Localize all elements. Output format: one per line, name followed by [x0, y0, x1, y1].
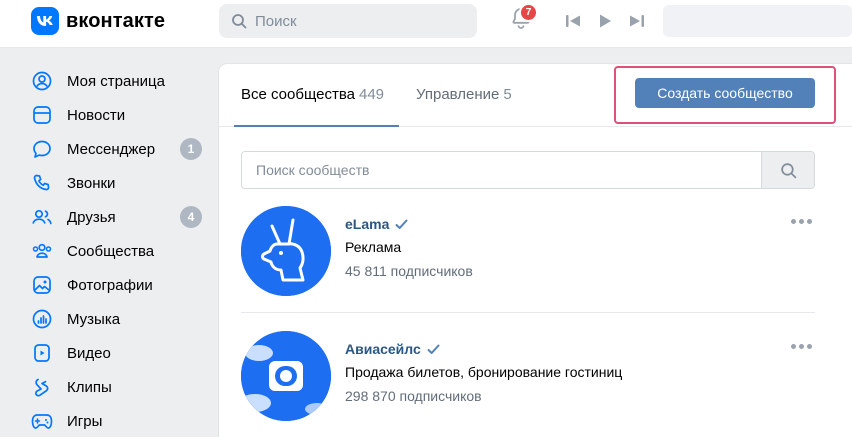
- sidebar-item-music[interactable]: Музыка: [31, 302, 211, 336]
- sidebar-item-video[interactable]: Видео: [31, 336, 211, 370]
- list-item: eLama Реклама 45 811 подписчиков: [241, 206, 815, 306]
- list-divider: [241, 312, 815, 313]
- list-item: Авиасейлс Продажа билетов, бронирование …: [241, 331, 815, 431]
- elama-avatar[interactable]: [241, 206, 331, 296]
- sidebar-item-label: Клипы: [67, 378, 112, 396]
- more-options-icon[interactable]: [789, 339, 813, 353]
- message-icon: [31, 138, 53, 160]
- sidebar-item-my-page[interactable]: Моя страница: [31, 64, 211, 98]
- clips-icon: [31, 376, 53, 398]
- sidebar-item-friends[interactable]: Друзья 4: [31, 200, 211, 234]
- user-menu-area[interactable]: [663, 5, 852, 37]
- news-icon: [31, 104, 53, 126]
- previous-track-icon[interactable]: [564, 12, 582, 30]
- sidebar-item-news[interactable]: Новости: [31, 98, 211, 132]
- communities-icon: [31, 240, 53, 262]
- global-search-input[interactable]: [255, 12, 455, 30]
- sidebar-item-label: Видео: [67, 344, 111, 362]
- user-circle-icon: [31, 70, 53, 92]
- sidebar-item-calls[interactable]: Звонки: [31, 166, 211, 200]
- music-icon: [31, 308, 53, 330]
- audio-player-controls: [564, 12, 646, 30]
- verified-check-icon: [427, 344, 440, 355]
- aviasales-logo-icon: [241, 331, 331, 421]
- phone-icon: [31, 172, 53, 194]
- top-header: вконтакте 7: [0, 0, 852, 48]
- group-name: eLama: [345, 216, 390, 232]
- tab-count: 5: [503, 86, 512, 103]
- group-description: Продажа билетов, бронирование гостиниц: [345, 364, 623, 380]
- friends-count-badge: 4: [180, 206, 202, 228]
- active-tab-indicator: [234, 125, 399, 127]
- search-icon: [780, 162, 797, 179]
- sidebar-item-label: Фотографии: [67, 276, 153, 294]
- aviasales-avatar[interactable]: [241, 331, 331, 421]
- sidebar-item-label: Моя страница: [67, 72, 165, 90]
- sidebar-item-photos[interactable]: Фотографии: [31, 268, 211, 302]
- tab-label: Управление: [416, 86, 500, 103]
- verified-check-icon: [395, 219, 408, 230]
- sidebar-item-clips[interactable]: Клипы: [31, 370, 211, 404]
- tab-count: 449: [359, 86, 385, 103]
- group-name-link[interactable]: eLama: [345, 216, 408, 232]
- communities-panel: Все сообщества 449 Управление 5 Создать со…: [219, 64, 852, 437]
- communities-search-input[interactable]: [242, 152, 761, 188]
- vk-logo-icon: [31, 7, 59, 35]
- communities-search-button[interactable]: [761, 152, 814, 188]
- sidebar-item-label: Музыка: [67, 310, 121, 328]
- video-icon: [31, 342, 53, 364]
- group-subscribers: 45 811 подписчиков: [345, 263, 473, 279]
- tab-label: Все сообщества: [241, 86, 355, 103]
- left-sidebar: Моя страница Новости Мессенджер 1 Звонки…: [31, 64, 211, 437]
- photo-icon: [31, 274, 53, 296]
- group-subscribers: 298 870 подписчиков: [345, 388, 482, 404]
- sidebar-item-communities[interactable]: Сообщества: [31, 234, 211, 268]
- sidebar-item-messenger[interactable]: Мессенджер 1: [31, 132, 211, 166]
- sidebar-item-label: Звонки: [67, 174, 116, 192]
- sidebar-item-label: Игры: [67, 412, 103, 430]
- communities-search: [241, 151, 815, 189]
- sidebar-item-games[interactable]: Игры: [31, 404, 211, 437]
- sidebar-item-label: Сообщества: [67, 242, 155, 260]
- group-name-link[interactable]: Авиасейлс: [345, 341, 440, 357]
- more-options-icon[interactable]: [789, 214, 813, 228]
- messenger-count-badge: 1: [180, 138, 202, 160]
- logo-text: вконтакте: [66, 9, 166, 32]
- next-track-icon[interactable]: [628, 12, 646, 30]
- play-icon[interactable]: [596, 12, 614, 30]
- notifications-badge: 7: [519, 3, 538, 22]
- sidebar-item-label: Мессенджер: [67, 140, 156, 158]
- sidebar-item-label: Новости: [67, 106, 126, 124]
- tab-management[interactable]: Управление 5: [416, 86, 512, 103]
- search-icon: [231, 13, 247, 29]
- llama-logo-icon: [241, 206, 331, 296]
- communities-tabs: Все сообщества 449 Управление 5 Создать со…: [219, 64, 852, 127]
- tab-all-communities[interactable]: Все сообщества 449: [241, 86, 384, 103]
- friends-icon: [31, 206, 53, 228]
- global-search[interactable]: [219, 4, 477, 38]
- sidebar-item-label: Друзья: [67, 208, 116, 226]
- group-description: Реклама: [345, 239, 402, 255]
- games-icon: [31, 410, 53, 432]
- vk-logo[interactable]: вконтакте: [31, 7, 165, 35]
- group-name: Авиасейлс: [345, 341, 421, 357]
- create-community-button[interactable]: Создать сообщество: [635, 78, 815, 108]
